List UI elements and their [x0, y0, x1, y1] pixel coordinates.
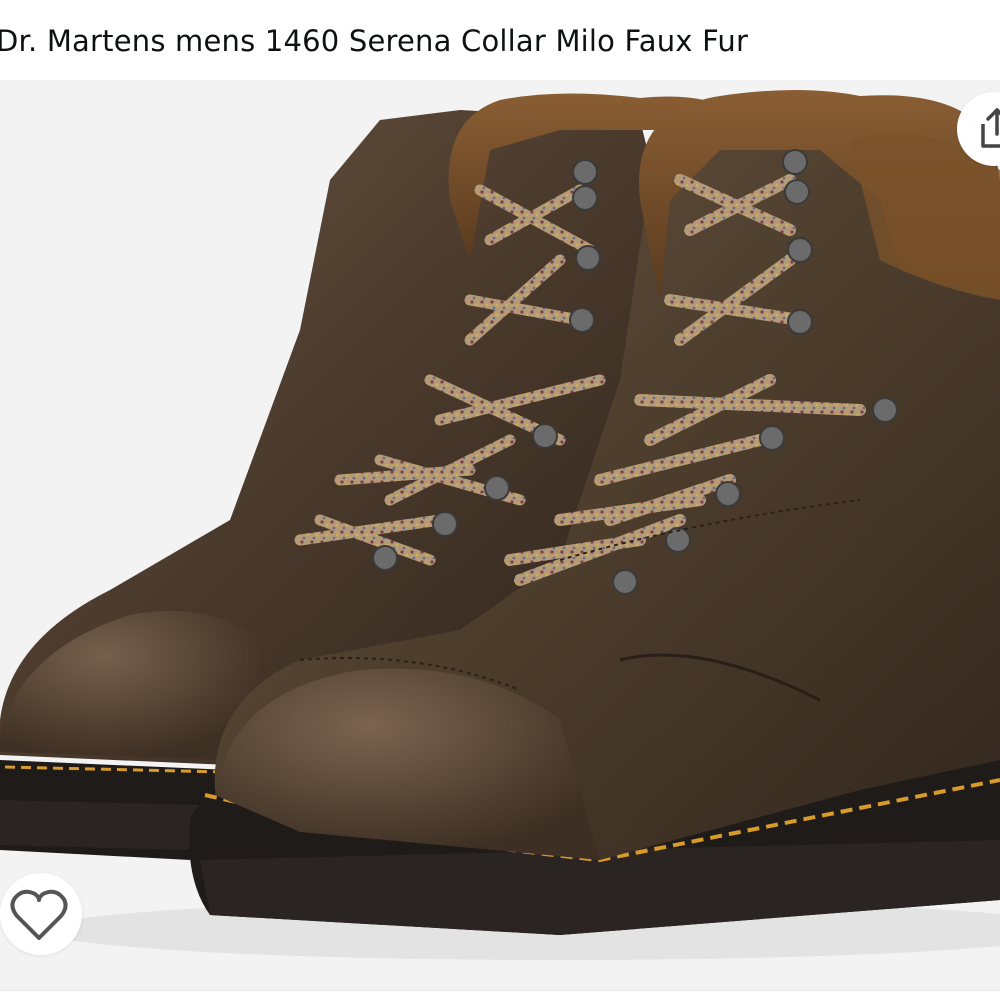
bottom-divider — [0, 990, 1000, 1000]
title-bar: Dr. Martens mens 1460 Serena Collar Milo… — [0, 0, 1000, 80]
wishlist-button[interactable] — [0, 873, 82, 955]
product-title: Dr. Martens mens 1460 Serena Collar Milo… — [0, 24, 749, 58]
share-icon — [977, 106, 1000, 154]
product-page: Dr. Martens mens 1460 Serena Collar Milo… — [0, 0, 1000, 1000]
product-image[interactable] — [0, 80, 1000, 990]
heart-outline-icon — [9, 888, 69, 946]
product-image-gallery[interactable] — [0, 80, 1000, 990]
